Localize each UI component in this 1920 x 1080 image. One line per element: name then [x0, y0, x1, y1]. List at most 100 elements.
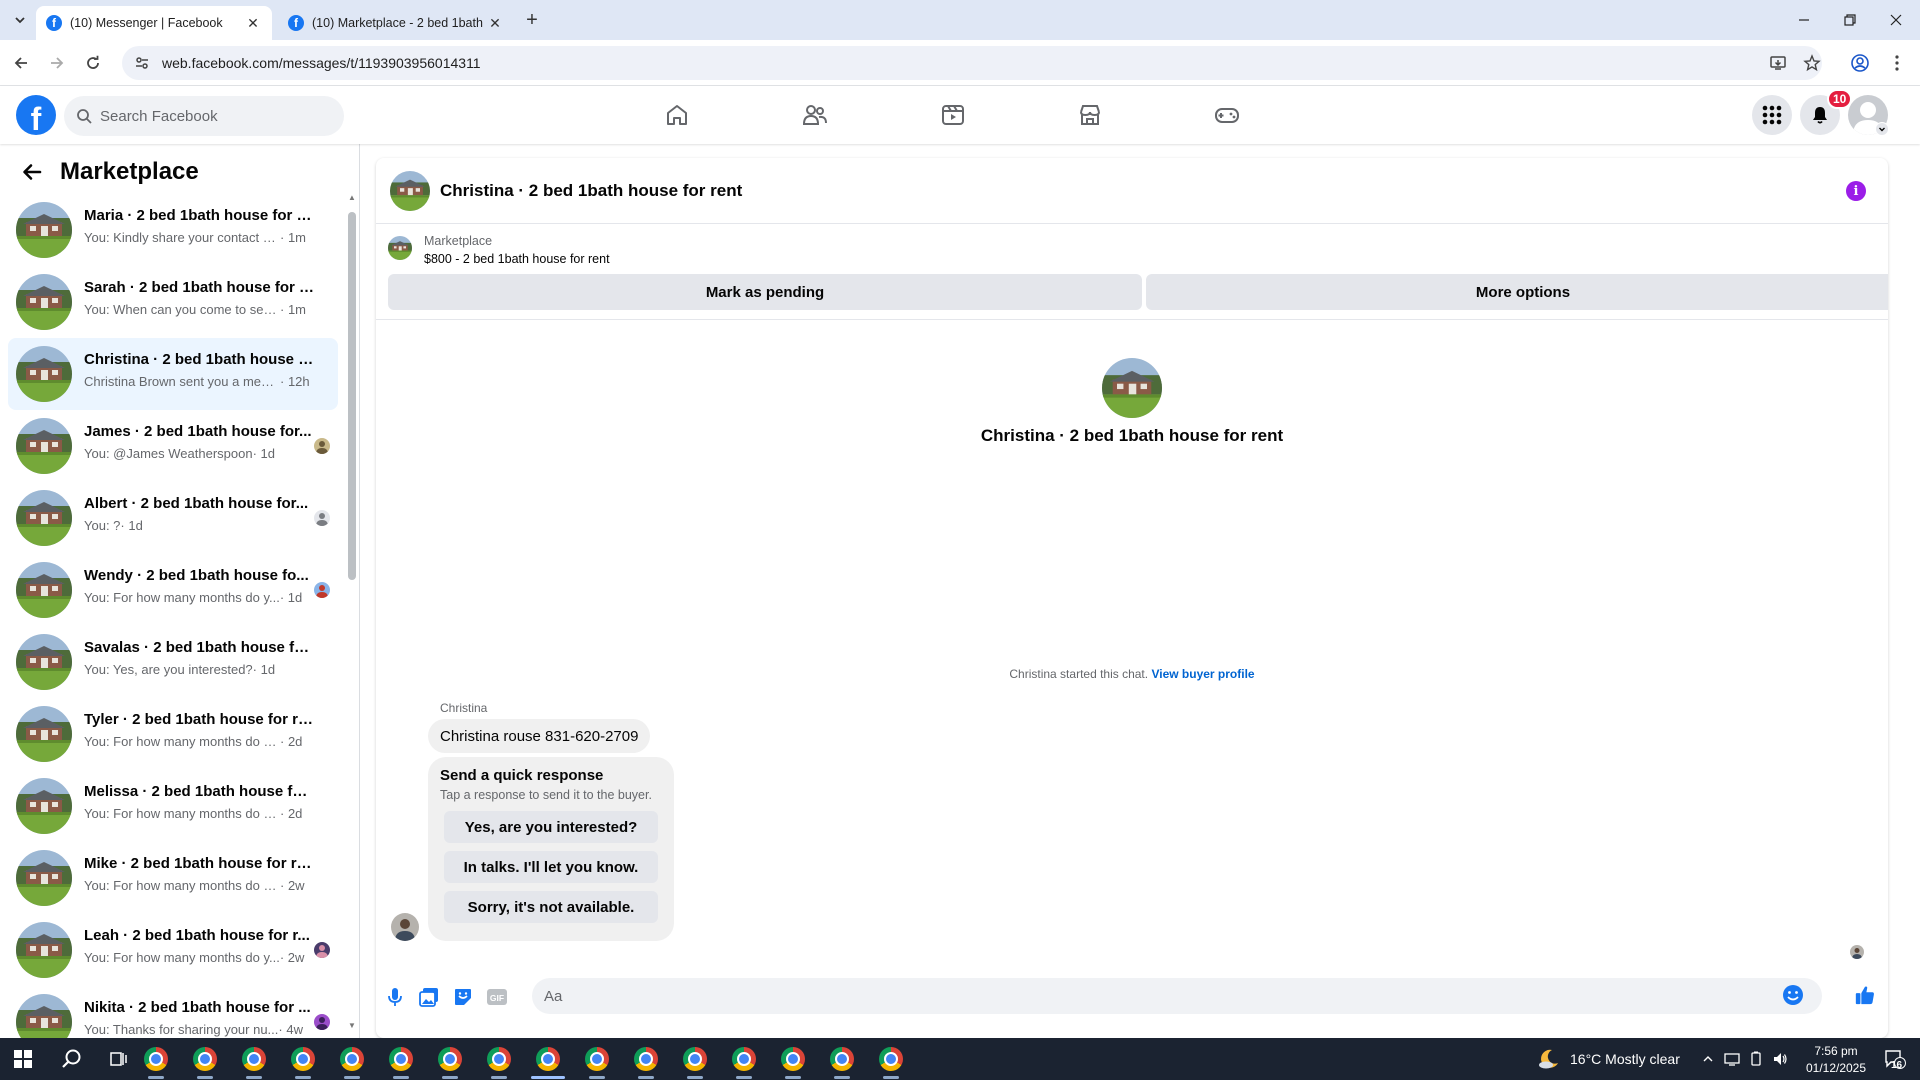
- windows-start-icon[interactable]: [8, 1044, 38, 1074]
- chrome-taskbar-icon[interactable]: [582, 1044, 612, 1074]
- conversation-item[interactable]: Mike · 2 bed 1bath house for rent You: Fo…: [8, 842, 338, 914]
- conversation-item[interactable]: James · 2 bed 1bath house for... You: @Ja…: [8, 410, 338, 482]
- conversation-item[interactable]: Melissa · 2 bed 1bath house for r... You:…: [8, 770, 338, 842]
- photo-icon[interactable]: [418, 986, 440, 1008]
- conversation-item[interactable]: Wendy · 2 bed 1bath house fo... You: For …: [8, 554, 338, 626]
- chat-title[interactable]: Christina · 2 bed 1bath house for rent: [440, 181, 742, 201]
- conversation-item[interactable]: Tyler · 2 bed 1bath house for rent You: F…: [8, 698, 338, 770]
- close-tab-icon[interactable]: ✕: [244, 14, 262, 32]
- clock-date[interactable]: 01/12/2025: [1796, 1061, 1876, 1075]
- weather-icon[interactable]: [1534, 1044, 1564, 1074]
- account-chevron-icon[interactable]: [1875, 122, 1889, 136]
- chrome-taskbar-icon[interactable]: [190, 1044, 220, 1074]
- scroll-down-icon[interactable]: ▼: [348, 1022, 356, 1030]
- bookmark-star-icon[interactable]: [1801, 52, 1823, 74]
- site-info-icon[interactable]: [132, 53, 152, 73]
- restore-window-icon[interactable]: [1838, 8, 1862, 32]
- nav-gaming[interactable]: [1172, 92, 1282, 138]
- conversation-preview: You: For how many months do y...· 2w: [84, 950, 316, 965]
- conversation-item[interactable]: Christina · 2 bed 1bath house for... Chri…: [8, 338, 338, 410]
- microphone-icon[interactable]: [384, 986, 406, 1008]
- sidebar-scrollbar[interactable]: ▲ ▼: [348, 194, 356, 1030]
- nav-home[interactable]: [622, 92, 732, 138]
- chrome-taskbar-icon[interactable]: [386, 1044, 416, 1074]
- conversation-item[interactable]: Nikita · 2 bed 1bath house for ... You: T…: [8, 986, 338, 1038]
- network-icon[interactable]: [1722, 1044, 1742, 1074]
- close-tab-icon[interactable]: ✕: [486, 14, 504, 32]
- browser-tab-messenger[interactable]: f (10) Messenger | Facebook ✕: [36, 6, 272, 40]
- chrome-taskbar-icon[interactable]: [778, 1044, 808, 1074]
- kebab-menu-icon[interactable]: [1886, 52, 1908, 74]
- battery-icon[interactable]: [1746, 1044, 1766, 1074]
- chrome-taskbar-icon[interactable]: [239, 1044, 269, 1074]
- forward-button[interactable]: [44, 50, 70, 76]
- arrow-right-icon: [51, 57, 64, 69]
- facebook-search[interactable]: [64, 96, 344, 136]
- address-bar[interactable]: web.facebook.com/messages/t/119390395601…: [122, 46, 1822, 80]
- scroll-up-icon[interactable]: ▲: [348, 194, 356, 202]
- taskbar-search-icon[interactable]: [57, 1044, 87, 1074]
- minimize-window-icon[interactable]: [1792, 8, 1816, 32]
- quick-reply-in-talks-button[interactable]: In talks. I'll let you know.: [444, 851, 658, 883]
- listing-thumbnail[interactable]: [390, 171, 430, 211]
- info-icon[interactable]: i: [1846, 181, 1866, 201]
- view-buyer-profile-link[interactable]: View buyer profile: [1151, 667, 1254, 681]
- page-scrollbar[interactable]: [1906, 86, 1920, 1038]
- facebook-logo[interactable]: f: [16, 95, 56, 135]
- conversation-item[interactable]: Savalas · 2 bed 1bath house for r... You:…: [8, 626, 338, 698]
- chrome-taskbar-icon[interactable]: [141, 1044, 171, 1074]
- clock-time[interactable]: 7:56 pm: [1806, 1044, 1866, 1058]
- preview-text: Christina Brown sent you a messa...: [84, 374, 280, 389]
- weather-text[interactable]: 16°C Mostly clear: [1570, 1051, 1680, 1067]
- profile-account-icon[interactable]: [1849, 52, 1871, 74]
- chrome-taskbar-icon[interactable]: [533, 1044, 563, 1074]
- nav-video[interactable]: [898, 92, 1008, 138]
- sender-avatar[interactable]: [391, 913, 419, 941]
- message-bubble[interactable]: Christina rouse 831-620-2709: [428, 719, 651, 753]
- search-input[interactable]: [100, 107, 320, 125]
- chrome-taskbar-icon[interactable]: [631, 1044, 661, 1074]
- chrome-taskbar-icon[interactable]: [827, 1044, 857, 1074]
- menu-button[interactable]: [1752, 95, 1792, 135]
- conversation-preview: You: ?· 1d: [84, 518, 316, 533]
- browser-tab-marketplace[interactable]: f (10) Marketplace - 2 bed 1bath ✕: [278, 6, 514, 40]
- chrome-taskbar-icon[interactable]: [484, 1044, 514, 1074]
- gif-icon[interactable]: GIF: [486, 986, 508, 1008]
- conversation-item[interactable]: Sarah · 2 bed 1bath house for rent You: W…: [8, 266, 338, 338]
- conversation-item[interactable]: Albert · 2 bed 1bath house for... You: ?·…: [8, 482, 338, 554]
- quick-reply-not-available-button[interactable]: Sorry, it's not available.: [444, 891, 658, 923]
- tab-search-button[interactable]: [8, 8, 32, 32]
- install-app-icon[interactable]: [1767, 52, 1789, 74]
- reload-button[interactable]: [80, 50, 106, 76]
- like-thumb-icon[interactable]: [1854, 984, 1876, 1006]
- chrome-taskbar-icon[interactable]: [288, 1044, 318, 1074]
- emoji-icon[interactable]: [1782, 984, 1804, 1006]
- quick-reply-interested-button[interactable]: Yes, are you interested?: [444, 811, 658, 843]
- chrome-taskbar-icon[interactable]: [680, 1044, 710, 1074]
- close-window-icon[interactable]: [1884, 8, 1908, 32]
- scrollbar-thumb[interactable]: [348, 212, 356, 580]
- new-tab-button[interactable]: +: [520, 8, 544, 32]
- listing-price-title[interactable]: $800 - 2 bed 1bath house for rent: [424, 252, 610, 266]
- nav-friends[interactable]: [760, 92, 870, 138]
- chrome-taskbar-icon[interactable]: [435, 1044, 465, 1074]
- intro-listing-photo[interactable]: [1102, 358, 1162, 418]
- listing-mini-thumbnail[interactable]: [388, 236, 412, 260]
- chrome-taskbar-icon[interactable]: [729, 1044, 759, 1074]
- listing-bar: Marketplace $800 - 2 bed 1bath house for…: [376, 224, 1888, 320]
- chrome-taskbar-icon[interactable]: [337, 1044, 367, 1074]
- nav-marketplace[interactable]: [1035, 92, 1145, 138]
- message-input-wrapper[interactable]: [532, 978, 1822, 1014]
- more-options-button[interactable]: More options: [1146, 274, 1888, 310]
- volume-icon[interactable]: [1770, 1044, 1790, 1074]
- message-input[interactable]: [544, 987, 1784, 1005]
- tray-overflow-chevron-icon[interactable]: [1698, 1044, 1718, 1074]
- back-arrow-icon[interactable]: [18, 158, 46, 186]
- back-button[interactable]: [8, 50, 34, 76]
- sticker-icon[interactable]: [452, 986, 474, 1008]
- chrome-taskbar-icon[interactable]: [876, 1044, 906, 1074]
- conversation-item[interactable]: Leah · 2 bed 1bath house for r... You: Fo…: [8, 914, 338, 986]
- conversation-item[interactable]: Maria · 2 bed 1bath house for rent You: K…: [8, 194, 338, 266]
- task-view-icon[interactable]: [104, 1044, 134, 1074]
- mark-as-pending-button[interactable]: Mark as pending: [388, 274, 1142, 310]
